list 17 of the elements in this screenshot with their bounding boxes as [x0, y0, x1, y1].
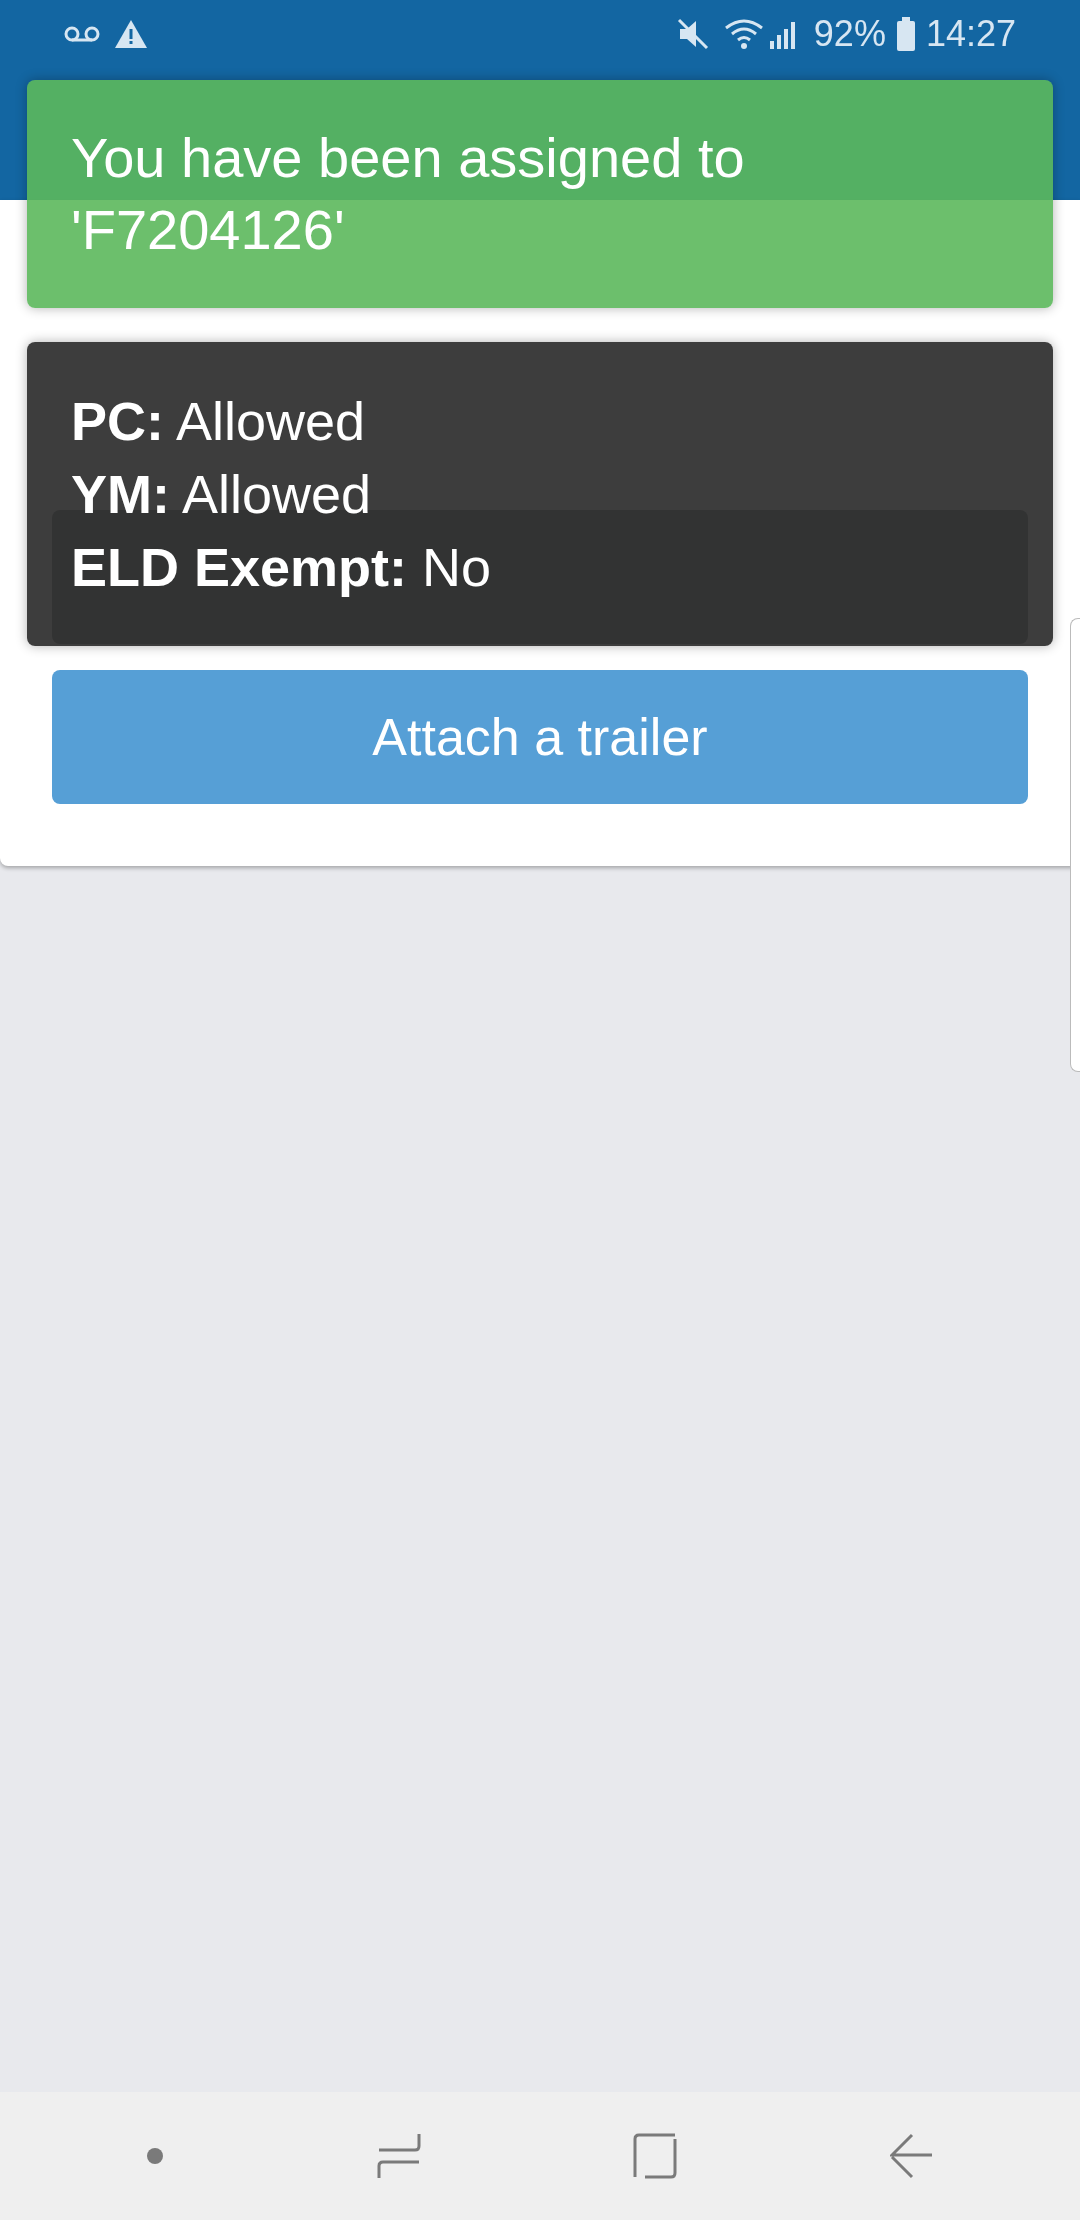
warning-icon	[114, 19, 148, 49]
back-icon[interactable]	[889, 2133, 934, 2179]
voicemail-icon	[64, 24, 100, 44]
recent-apps-icon[interactable]	[376, 2132, 421, 2180]
dot-icon[interactable]	[146, 2147, 165, 2165]
edge-panel-handle[interactable]	[1070, 618, 1080, 1072]
toast-message: You have been assigned to 'F7204126'	[71, 125, 746, 263]
mute-icon	[675, 17, 710, 51]
toast-message: PC: Allowed	[71, 389, 367, 453]
battery-icon	[895, 17, 916, 51]
wifi-icon	[723, 18, 764, 50]
attach-trailer-button[interactable]: Attach a trailer	[52, 670, 1028, 804]
toast-message: ELD Exempt: No	[71, 535, 493, 599]
battery-percent: 92%	[813, 12, 886, 56]
home-icon[interactable]	[633, 2133, 678, 2179]
toast-message: YM: Allowed	[71, 462, 373, 526]
clock-time: 14:27	[925, 12, 1016, 56]
